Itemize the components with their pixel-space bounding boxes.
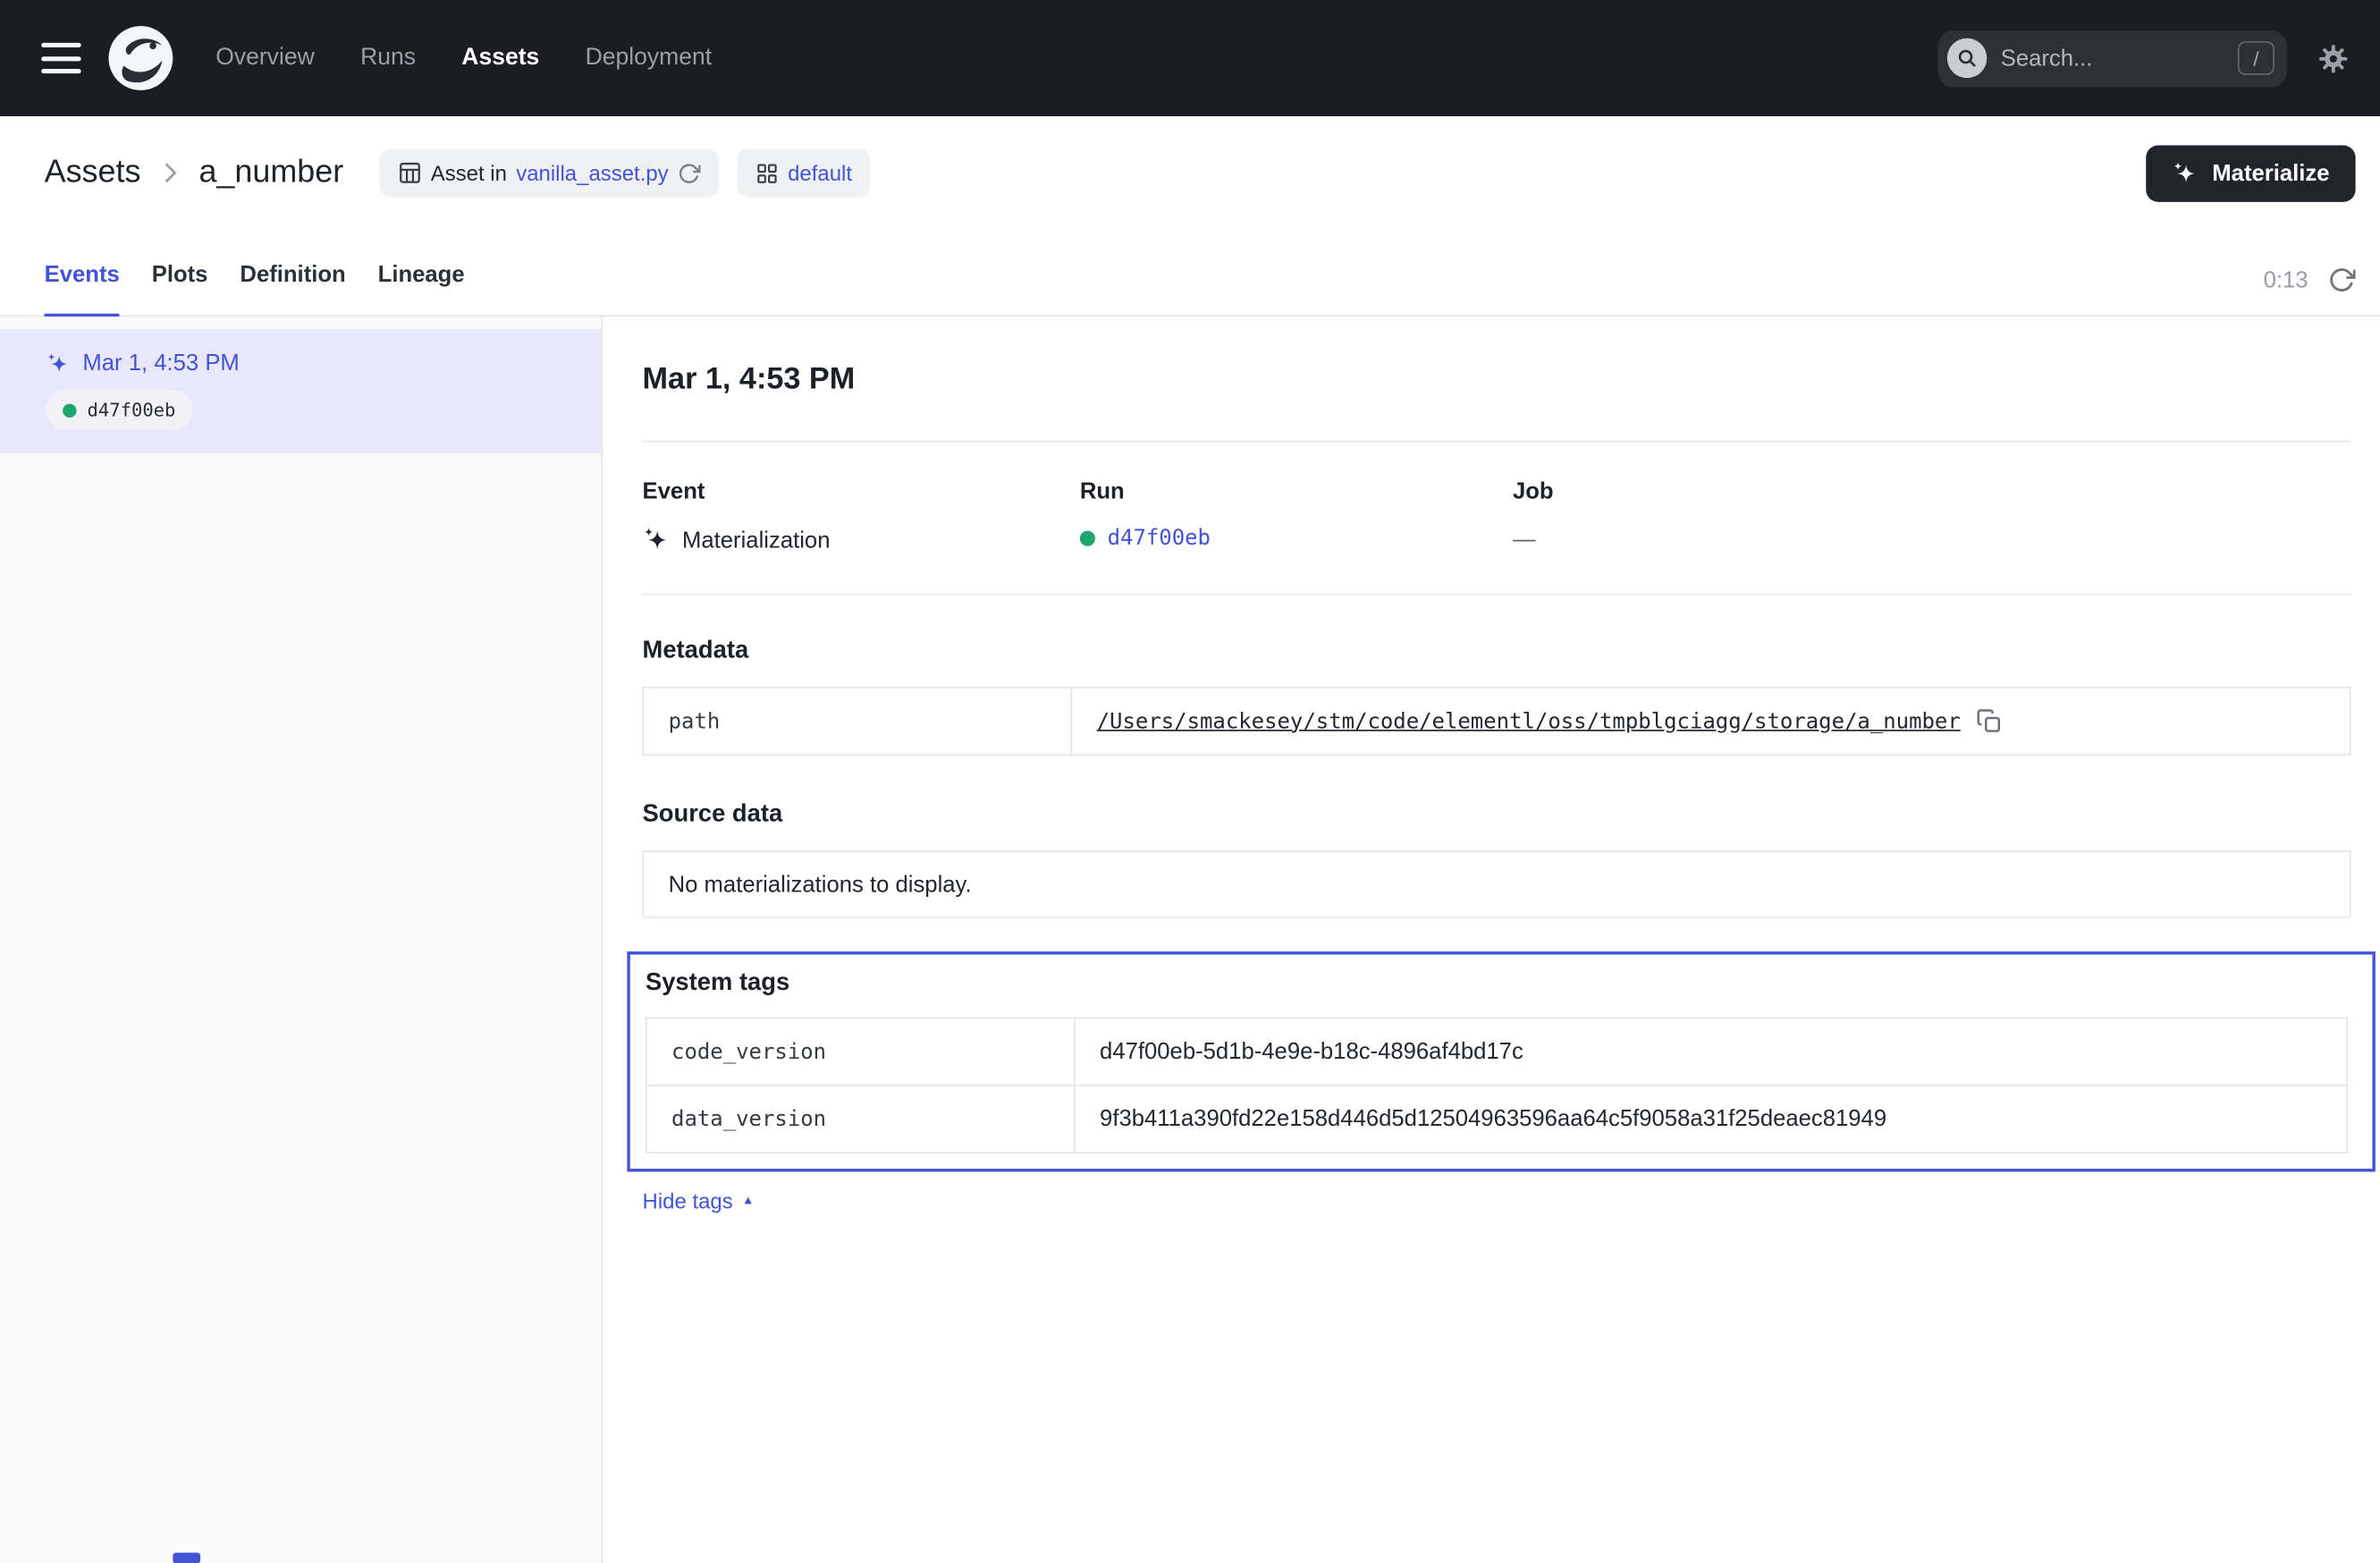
asset-file-link[interactable]: vanilla_asset.py [516,161,668,185]
tab-definition[interactable]: Definition [240,234,345,317]
page-header: Assets a_number Asset in vanilla_asset.p… [0,116,2380,230]
nav-assets[interactable]: Assets [461,45,539,72]
event-column-header: Event [643,478,1080,504]
asset-group-icon [755,161,779,184]
system-tag-value: 9f3b411a390fd22e158d446d5d12504963596aa6… [1075,1086,2347,1153]
system-tag-key: code_version [646,1018,1075,1086]
asset-badge-prefix: Asset in [431,161,507,185]
refresh-countdown: 0:13 [2264,267,2308,293]
asset-tabs: Events Plots Definition Lineage 0:13 [0,230,2380,317]
system-tags-heading: System tags [646,970,2348,998]
event-type-label: Materialization [682,527,830,553]
hide-tags-button[interactable]: Hide tags ▲ [643,1188,755,1212]
event-detail-panel: Mar 1, 4:53 PM Event Materialization [603,317,2380,1563]
refresh-area: 0:13 [2264,266,2356,316]
copy-path-icon[interactable] [1976,708,2002,734]
global-search[interactable]: / [1938,30,2287,86]
breadcrumb-chevron-icon [155,157,185,188]
metadata-heading: Metadata [643,638,2351,665]
reload-location-icon[interactable] [678,161,701,184]
job-column: Job — [1513,478,1554,553]
search-shortcut-key: / [2238,41,2275,75]
event-timestamp: Mar 1, 4:53 PM [82,351,239,376]
caret-up-icon: ▲ [742,1195,755,1207]
system-tag-value: d47f00eb-5d1b-4e9e-b18c-4896af4bd17c [1075,1018,2347,1086]
event-timestamp-row: Mar 1, 4:53 PM [46,351,564,376]
nav-runs[interactable]: Runs [360,45,416,72]
table-row: code_version d47f00eb-5d1b-4e9e-b18c-489… [646,1018,2347,1086]
system-tags-highlight-box: System tags code_version d47f00eb-5d1b-4… [627,951,2375,1171]
nav-overview[interactable]: Overview [215,45,315,72]
primary-nav: Overview Runs Assets Deployment [215,45,712,72]
materialize-button-label: Materialize [2212,160,2329,186]
settings-gear-icon[interactable] [2317,42,2350,74]
event-column: Event Materialization [643,478,1080,553]
tab-events[interactable]: Events [45,234,120,317]
breadcrumb: Assets a_number [45,155,344,191]
asset-group-badge[interactable]: default [738,148,871,198]
refresh-icon[interactable] [2328,266,2356,294]
search-input[interactable] [2001,45,2238,71]
table-grid-icon [397,161,421,185]
run-status-dot [63,403,76,417]
metadata-table: path /Users/smackesey/stm/code/elementl/… [643,687,2351,756]
run-id-pill[interactable]: d47f00eb [46,390,192,429]
run-id-link[interactable]: d47f00eb [1108,527,1211,551]
tab-plots[interactable]: Plots [152,234,208,317]
run-status-dot [1080,531,1095,546]
system-tags-table: code_version d47f00eb-5d1b-4e9e-b18c-489… [646,1018,2348,1153]
event-detail-title: Mar 1, 4:53 PM [643,362,2351,397]
scrollbar-thumb[interactable] [173,1552,200,1563]
job-column-header: Job [1513,478,1554,504]
app-root: Overview Runs Assets Deployment / [0,0,2380,1563]
materialize-button[interactable]: Materialize [2147,145,2356,201]
content-area: Mar 1, 4:53 PM d47f00eb Mar 1, 4:53 PM E… [0,317,2380,1563]
run-id-label: d47f00eb [88,400,176,421]
source-data-empty-message: No materializations to display. [643,850,2351,917]
table-row: data_version 9f3b411a390fd22e158d446d5d1… [646,1086,2347,1153]
event-summary-columns: Event Materialization Run [643,478,2351,553]
job-empty-value: — [1513,527,1536,553]
nav-deployment[interactable]: Deployment [586,45,713,72]
group-default-link[interactable]: default [788,161,852,185]
run-column: Run d47f00eb [1080,478,1513,553]
breadcrumb-assets-link[interactable]: Assets [45,155,141,191]
empty-message-text: No materializations to display. [669,871,972,897]
tab-lineage[interactable]: Lineage [378,234,465,317]
sparkle-icon [2173,160,2199,186]
metadata-path-link[interactable]: /Users/smackesey/stm/code/elementl/oss/t… [1097,709,1961,733]
top-nav: Overview Runs Assets Deployment / [0,0,2380,116]
event-list-sidebar: Mar 1, 4:53 PM d47f00eb [0,317,603,1563]
search-icon [1947,38,1987,78]
event-list-item[interactable]: Mar 1, 4:53 PM d47f00eb [0,329,601,453]
asset-definition-badge[interactable]: Asset in vanilla_asset.py [379,148,720,198]
hide-tags-label: Hide tags [643,1188,733,1212]
dagster-logo[interactable] [107,24,174,91]
run-column-header: Run [1080,478,1513,504]
materialization-icon [643,527,671,554]
breadcrumb-current-asset: a_number [198,155,343,191]
materialization-sparkle-icon [46,351,70,376]
table-row: path /Users/smackesey/stm/code/elementl/… [643,688,2350,755]
source-data-heading: Source data [643,801,2351,829]
metadata-key: path [643,688,1071,755]
menu-icon[interactable] [41,43,80,73]
system-tag-key: data_version [646,1086,1075,1153]
